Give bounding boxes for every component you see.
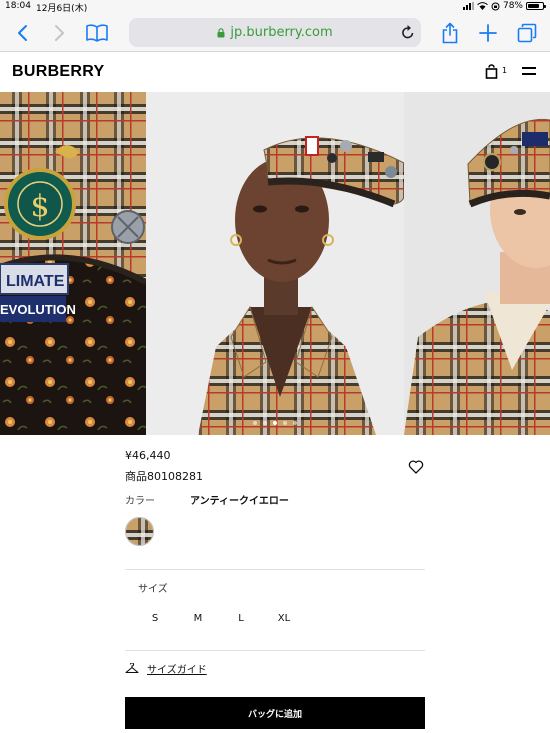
divider bbox=[125, 650, 425, 651]
battery-icon bbox=[526, 2, 546, 10]
url-text: jp.burberry.com bbox=[230, 25, 333, 40]
pin-detail-image: $ LIMATE EVOLUTION bbox=[0, 92, 146, 435]
chevron-right-icon bbox=[55, 25, 64, 41]
carousel-dot[interactable] bbox=[273, 421, 277, 425]
add-to-bag-button[interactable]: バッグに追加 bbox=[125, 697, 425, 729]
plus-icon bbox=[479, 24, 497, 42]
signal-icon bbox=[462, 2, 474, 10]
product-price: ¥46,440 bbox=[125, 449, 171, 462]
status-time: 18:04 bbox=[5, 1, 31, 11]
carousel-dot[interactable] bbox=[283, 421, 287, 425]
hanger-icon bbox=[125, 663, 139, 674]
browser-toolbar: jp.burberry.com bbox=[0, 14, 550, 52]
product-sku: 商品80108281 bbox=[125, 470, 203, 483]
carousel-dot[interactable] bbox=[293, 421, 297, 425]
hamburger-menu-icon[interactable] bbox=[522, 67, 536, 77]
pin-text-revolution: EVOLUTION bbox=[0, 302, 76, 317]
pin-text-climate: LIMATE bbox=[6, 273, 65, 290]
tabs-icon bbox=[517, 23, 537, 43]
address-bar[interactable]: jp.burberry.com bbox=[129, 18, 421, 47]
size-guide-label: サイズガイド bbox=[147, 665, 207, 676]
status-bar: 18:04 12月6日(木) 78% bbox=[0, 0, 550, 14]
bag-count: 1 bbox=[502, 66, 508, 75]
lock-icon bbox=[217, 27, 225, 37]
model-woman-image bbox=[146, 92, 404, 435]
size-label: サイズ bbox=[138, 584, 168, 595]
carousel-dot[interactable] bbox=[263, 421, 267, 425]
wifi-icon bbox=[477, 2, 488, 10]
chevron-left-icon bbox=[18, 25, 27, 41]
back-button[interactable] bbox=[9, 20, 35, 46]
svg-text:$: $ bbox=[30, 189, 49, 224]
reload-icon[interactable] bbox=[401, 24, 415, 40]
status-date: 12月6日(木) bbox=[36, 4, 88, 14]
tabs-button[interactable] bbox=[514, 20, 540, 46]
burberry-logo[interactable]: BURBERRY bbox=[12, 63, 104, 81]
book-icon bbox=[86, 24, 108, 42]
site-header: BURBERRY 1 bbox=[0, 52, 550, 92]
share-button[interactable] bbox=[437, 20, 463, 46]
forward-button[interactable] bbox=[47, 20, 73, 46]
product-image-carousel[interactable]: $ LIMATE EVOLUTION bbox=[0, 92, 550, 435]
orientation-lock-icon bbox=[491, 2, 500, 10]
carousel-pagination[interactable] bbox=[0, 421, 550, 425]
share-icon bbox=[442, 22, 458, 44]
divider bbox=[125, 569, 425, 570]
color-swatch-antique-yellow[interactable] bbox=[125, 517, 154, 546]
color-label: カラー bbox=[125, 496, 155, 507]
new-tab-button[interactable] bbox=[475, 20, 501, 46]
size-option-s[interactable]: S bbox=[142, 613, 168, 624]
size-option-xl[interactable]: XL bbox=[271, 613, 297, 624]
size-option-m[interactable]: M bbox=[185, 613, 211, 624]
size-option-l[interactable]: L bbox=[228, 613, 254, 624]
heart-icon[interactable] bbox=[408, 459, 424, 475]
model-man-image bbox=[404, 92, 550, 435]
size-guide-link[interactable]: サイズガイド bbox=[125, 661, 207, 676]
bookmarks-button[interactable] bbox=[84, 20, 110, 46]
color-value: アンティークイエロー bbox=[190, 496, 289, 507]
battery-percent: 78% bbox=[502, 1, 523, 11]
carousel-dot[interactable] bbox=[253, 421, 257, 425]
